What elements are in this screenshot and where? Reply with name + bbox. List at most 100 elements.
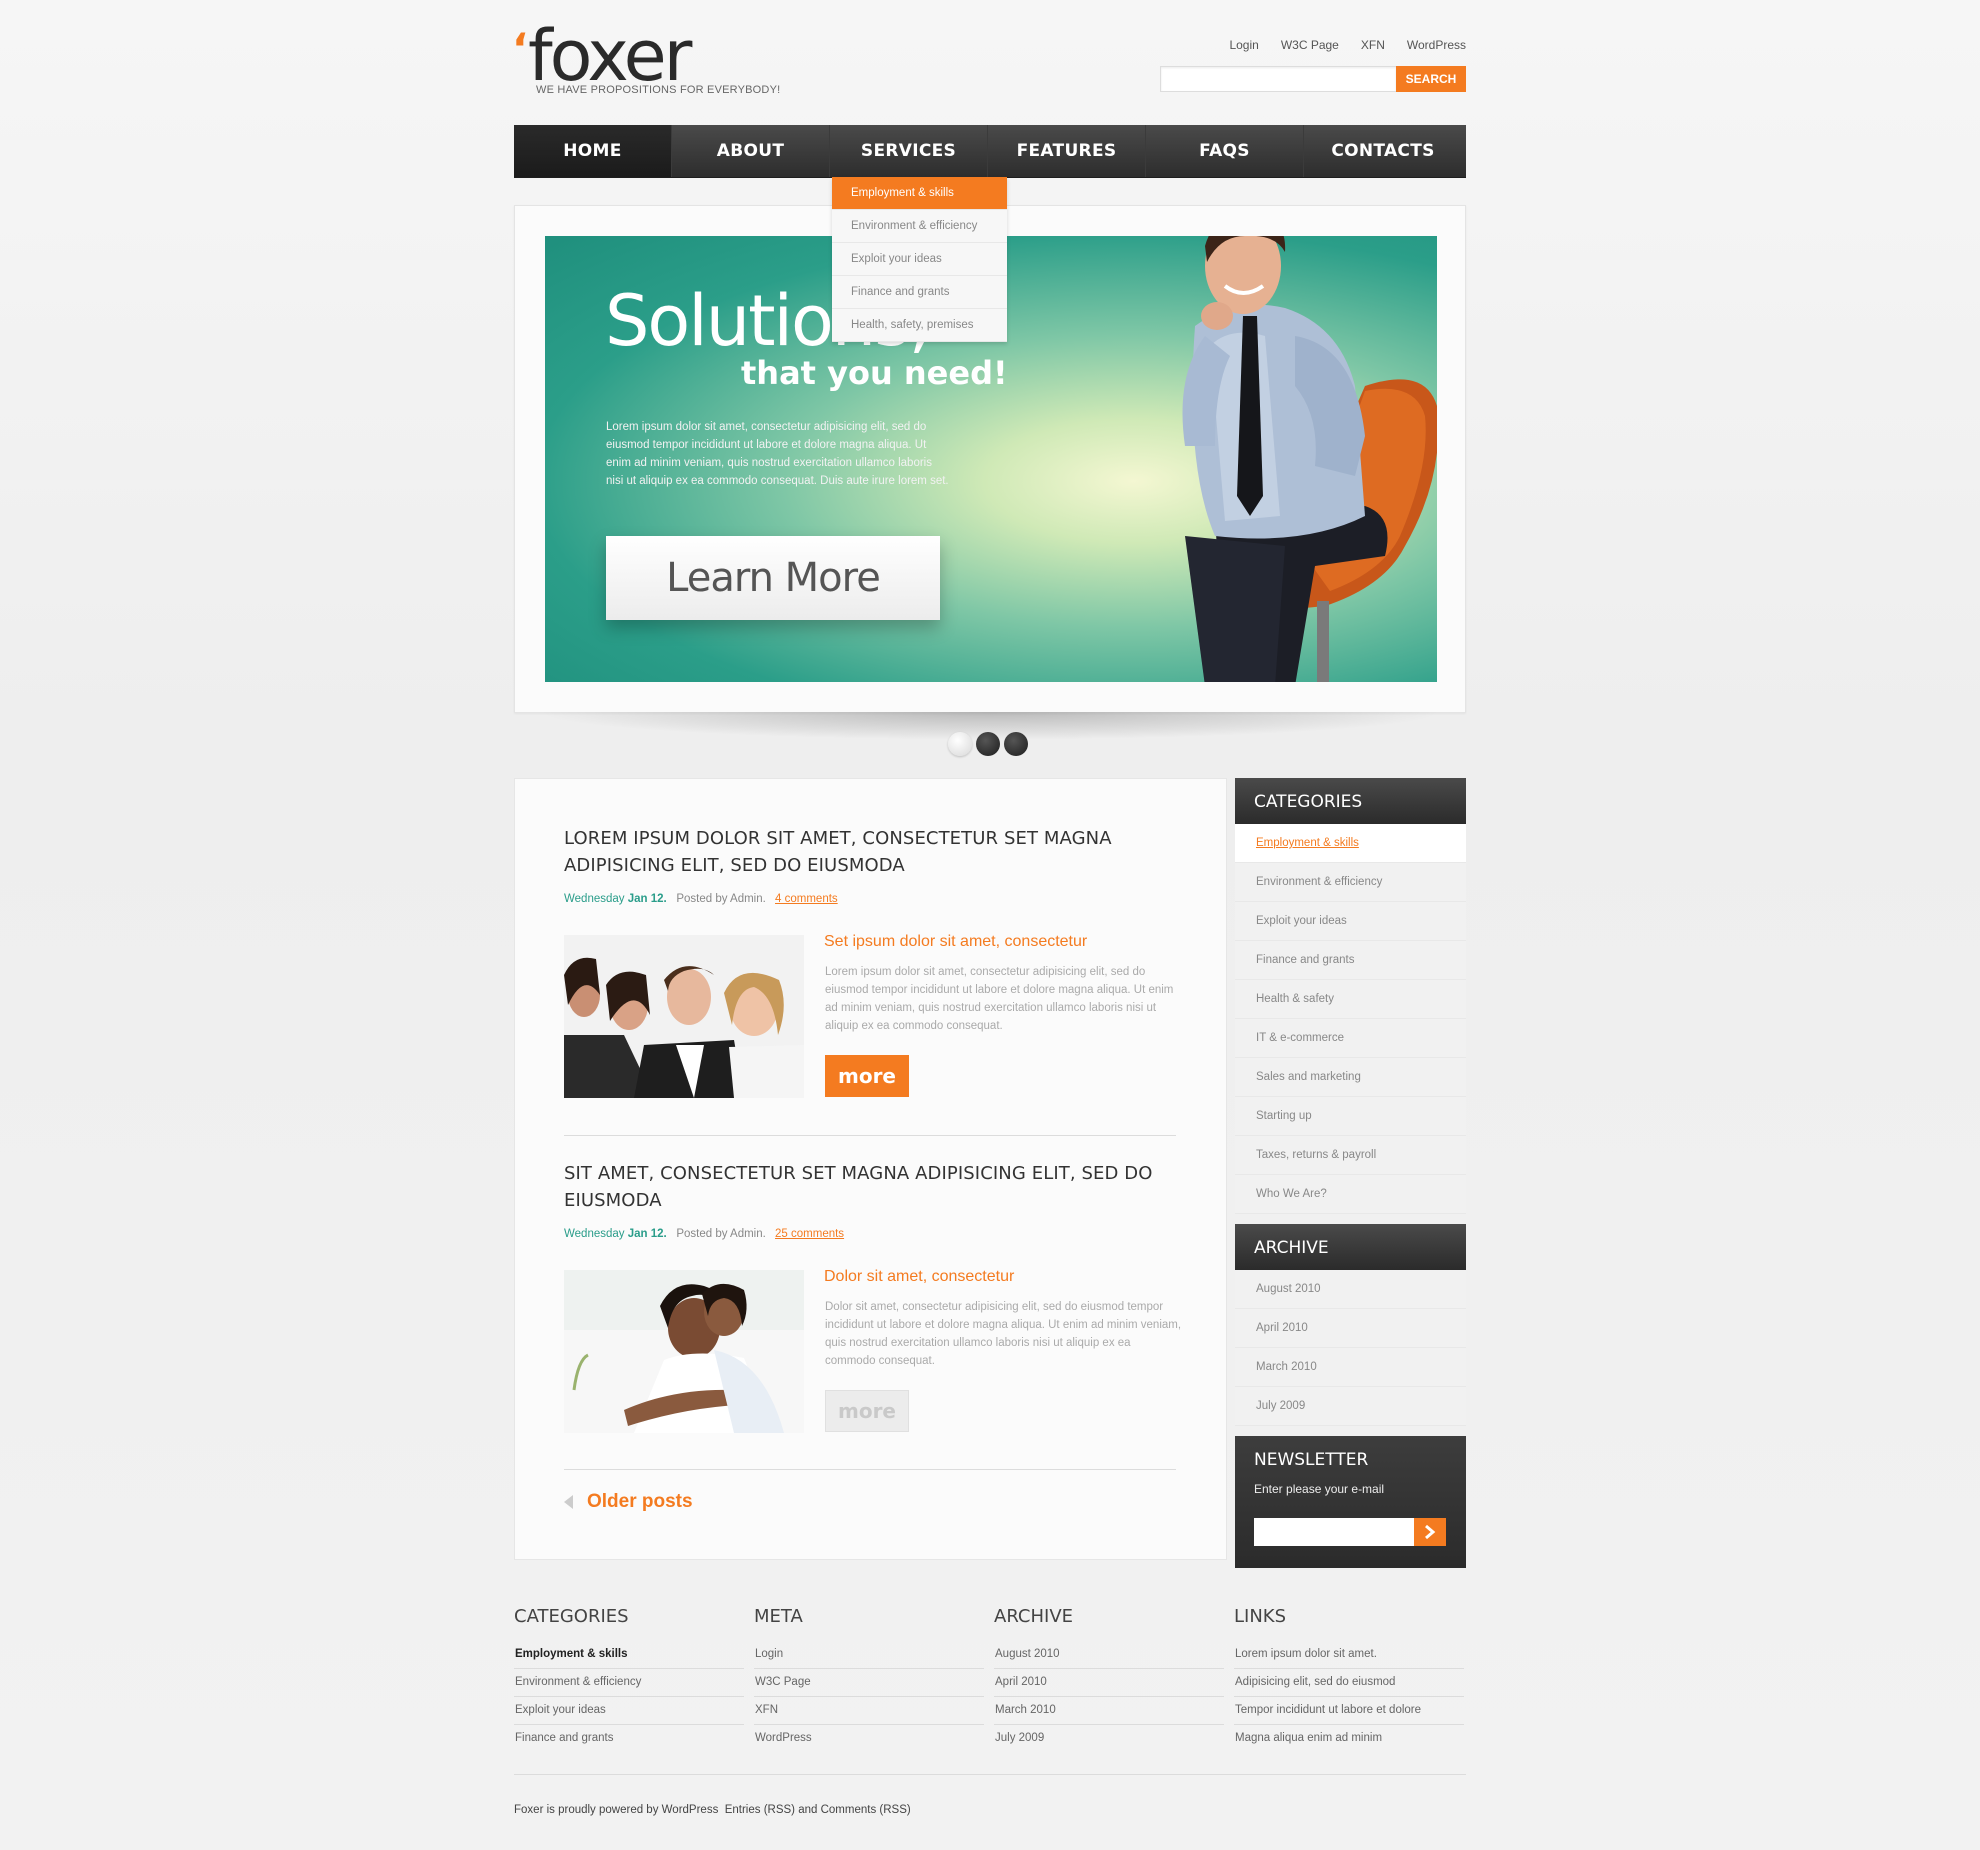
newsletter-widget: NEWSLETTER Enter please your e-mail [1235,1436,1466,1568]
post: LOREM IPSUM DOLOR SIT AMET, CONSECTETUR … [564,825,1176,1098]
slider-dot-3[interactable] [1004,732,1028,756]
older-posts-label: Older posts [587,1491,693,1512]
nav-services[interactable]: SERVICES [830,125,988,177]
category-link[interactable]: Environment & efficiency [1235,863,1466,902]
archive-link[interactable]: April 2010 [1235,1309,1466,1348]
nav-home[interactable]: HOME [514,125,672,177]
logo-mark: ‘ [512,24,528,73]
footer-categories: CATEGORIES Employment & skills Environme… [514,1606,744,1752]
post-excerpt: Lorem ipsum dolor sit amet, consectetur … [825,966,1174,1032]
category-link[interactable]: Health & safety [1235,980,1466,1019]
entries-rss-link[interactable]: Entries (RSS) [725,1804,795,1816]
older-posts-link[interactable]: Older posts [564,1491,693,1513]
couple-photo[interactable] [564,1270,804,1433]
top-link-xfn[interactable]: XFN [1361,38,1385,52]
footer-link[interactable]: Exploit your ideas [514,1697,744,1725]
nav-contacts[interactable]: CONTACTS [1304,125,1462,177]
post-divider [564,1135,1176,1136]
post-subtitle: Set ipsum dolor sit amet, consectetur [824,933,1088,950]
widget-title: ARCHIVE [1235,1224,1466,1270]
more-button[interactable]: more [825,1390,909,1432]
post-author: Posted by Admin. [676,893,766,905]
dropdown-item-environment[interactable]: Environment & efficiency [832,210,1007,243]
footer-link[interactable]: Magna aliqua enim ad minim [1234,1725,1464,1752]
footer-archive: ARCHIVE August 2010 April 2010 March 201… [994,1606,1224,1752]
post-title[interactable]: LOREM IPSUM DOLOR SIT AMET, CONSECTETUR … [564,825,1176,879]
footer-link[interactable]: Finance and grants [514,1725,744,1752]
newsletter-submit-button[interactable] [1414,1518,1446,1546]
dropdown-item-health[interactable]: Health, safety, premises [832,309,1007,342]
learn-more-button[interactable]: Learn More [606,536,940,620]
top-link-w3c[interactable]: W3C Page [1281,38,1339,52]
category-link[interactable]: Starting up [1235,1097,1466,1136]
categories-widget: CATEGORIES Employment & skills Environme… [1235,778,1466,1214]
more-button[interactable]: more [825,1055,909,1097]
businessman-image [1182,236,1437,682]
archive-link[interactable]: July 2009 [1235,1387,1466,1426]
footer-link[interactable]: Login [754,1641,984,1669]
category-link[interactable]: Exploit your ideas [1235,902,1466,941]
category-link[interactable]: Employment & skills [1235,824,1466,863]
category-link[interactable]: IT & e-commerce [1235,1019,1466,1058]
post-subtitle: Dolor sit amet, consectetur [824,1268,1015,1285]
dropdown-item-employment[interactable]: Employment & skills [832,177,1007,210]
footer-link[interactable]: Tempor incididunt ut labore et dolore [1234,1697,1464,1725]
widget-title: CATEGORIES [1235,778,1466,824]
footer-heading: CATEGORIES [514,1606,629,1627]
post-comments-link[interactable]: 25 comments [775,1228,844,1240]
search-button[interactable]: SEARCH [1396,66,1466,92]
archive-link[interactable]: March 2010 [1235,1348,1466,1387]
slider-dot-2[interactable] [976,732,1000,756]
footer-link[interactable]: March 2010 [994,1697,1224,1725]
post-meta: Wednesday Jan 12. Posted by Admin. 25 co… [564,1228,1176,1240]
nav-faqs[interactable]: FAQS [1146,125,1304,177]
footer-link[interactable]: W3C Page [754,1669,984,1697]
newsletter-label: Enter please your e-mail [1254,1482,1385,1496]
copyright: Foxer is proudly powered by WordPress En… [514,1804,911,1816]
footer-link[interactable]: July 2009 [994,1725,1224,1752]
slider-pager [948,732,1028,756]
category-link[interactable]: Finance and grants [1235,941,1466,980]
post-divider [564,1469,1176,1470]
search-input[interactable] [1160,66,1396,92]
footer-heading: META [754,1606,803,1627]
post-body: Dolor sit amet, consectetur Dolor sit am… [564,1268,1181,1433]
post-title[interactable]: SIT AMET, CONSECTETUR SET MAGNA ADIPISIC… [564,1160,1176,1214]
footer-link[interactable]: Lorem ipsum dolor sit amet. [1234,1641,1464,1669]
post-day: Wednesday [564,1228,625,1240]
content-area: LOREM IPSUM DOLOR SIT AMET, CONSECTETUR … [514,778,1227,1560]
dropdown-item-exploit[interactable]: Exploit your ideas [832,243,1007,276]
footer-heading: LINKS [1234,1606,1287,1627]
footer-link[interactable]: August 2010 [994,1641,1224,1669]
slider-dot-1[interactable] [948,732,972,756]
post-comments-link[interactable]: 4 comments [775,893,838,905]
post-author: Posted by Admin. [676,1228,766,1240]
footer-link[interactable]: Environment & efficiency [514,1669,744,1697]
footer-meta: META Login W3C Page XFN WordPress [754,1606,984,1752]
newsletter-email-input[interactable] [1254,1518,1414,1546]
page: ‘ foxer WE HAVE PROPOSITIONS FOR EVERYBO… [512,0,1466,1850]
category-link[interactable]: Taxes, returns & payroll [1235,1136,1466,1175]
services-dropdown: Employment & skills Environment & effici… [832,177,1007,342]
archive-widget: ARCHIVE August 2010 April 2010 March 201… [1235,1224,1466,1426]
main-nav: HOME ABOUT SERVICES FEATURES FAQS CONTAC… [514,125,1466,178]
team-photo[interactable] [564,935,804,1098]
arrow-left-icon [564,1495,573,1509]
post-day: Wednesday [564,893,625,905]
footer-link[interactable]: April 2010 [994,1669,1224,1697]
footer-link[interactable]: Employment & skills [514,1641,744,1669]
footer-link[interactable]: Adipisicing elit, sed do eiusmod [1234,1669,1464,1697]
dropdown-item-finance[interactable]: Finance and grants [832,276,1007,309]
top-link-login[interactable]: Login [1229,38,1258,52]
footer-link[interactable]: XFN [754,1697,984,1725]
nav-features[interactable]: FEATURES [988,125,1146,177]
top-link-wordpress[interactable]: WordPress [1407,38,1466,52]
category-link[interactable]: Sales and marketing [1235,1058,1466,1097]
nav-about[interactable]: ABOUT [672,125,830,177]
footer-link[interactable]: WordPress [754,1725,984,1752]
chevron-right-icon [1425,1524,1436,1540]
search-form: SEARCH [1160,66,1466,92]
comments-rss-link[interactable]: Comments (RSS) [821,1804,911,1816]
category-link[interactable]: Who We Are? [1235,1175,1466,1214]
archive-link[interactable]: August 2010 [1235,1270,1466,1309]
